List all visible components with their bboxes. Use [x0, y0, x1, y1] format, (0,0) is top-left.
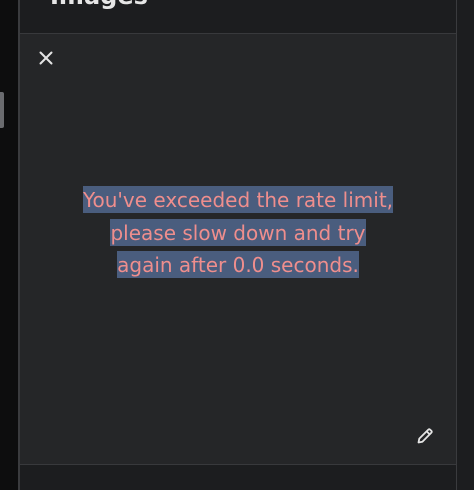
close-icon	[39, 51, 53, 65]
image-result-panel: You've exceeded the rate limit, please s…	[20, 34, 456, 464]
edit-button[interactable]	[415, 426, 435, 446]
resize-handle[interactable]	[0, 92, 4, 128]
rate-limit-error-message: You've exceeded the rate limit, please s…	[82, 186, 394, 278]
app-frame: Images You've exceeded the rate limit, p…	[0, 0, 474, 490]
section-header: Images	[20, 0, 456, 34]
section-title: Images	[50, 0, 148, 10]
close-button[interactable]	[37, 49, 55, 67]
right-panel-edge	[456, 0, 474, 490]
error-message-container: You've exceeded the rate limit, please s…	[80, 184, 396, 282]
left-sidebar-edge	[0, 0, 18, 490]
bottom-panel-edge	[20, 464, 456, 490]
pencil-icon	[417, 428, 433, 444]
